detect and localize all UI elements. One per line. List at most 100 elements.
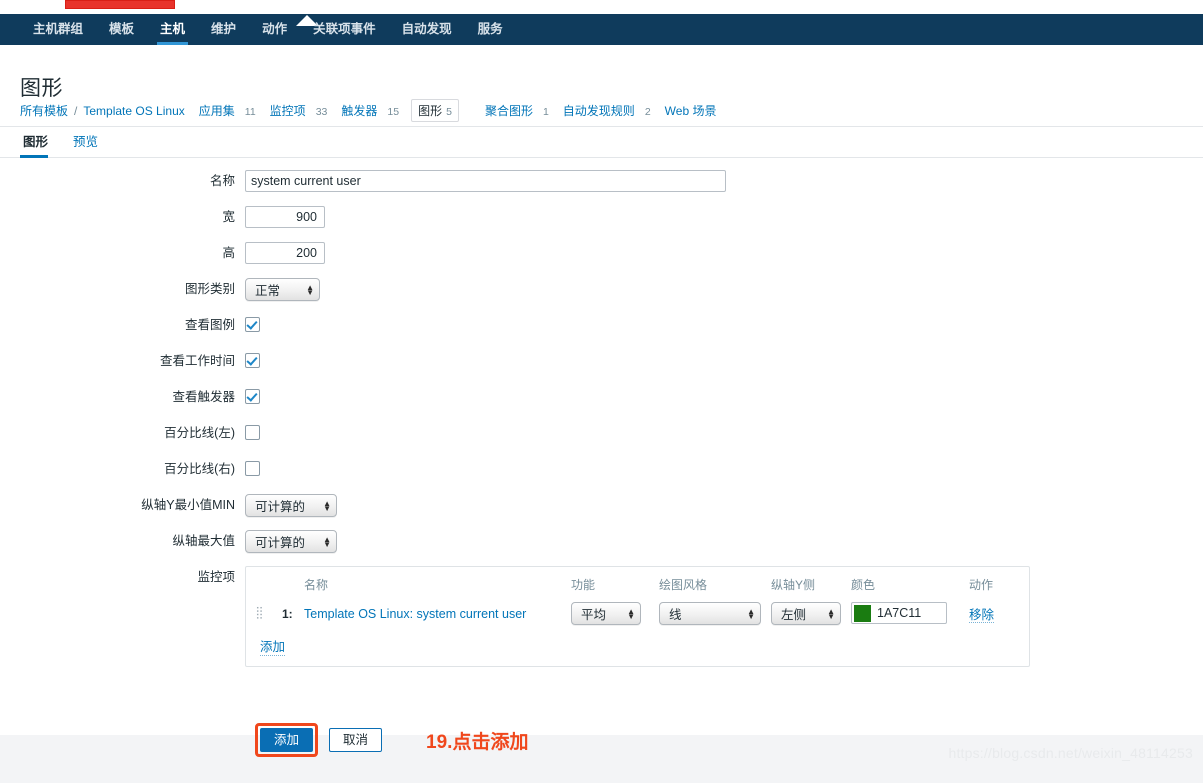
width-input[interactable]	[245, 206, 325, 228]
percentile-left-checkbox[interactable]	[245, 425, 260, 440]
breadcrumb-triggers-count: 15	[387, 106, 400, 118]
item-remove-link[interactable]: 移除	[969, 608, 995, 623]
nav-item-templates[interactable]: 模板	[96, 14, 147, 45]
height-input[interactable]	[245, 242, 325, 264]
graph-type-select[interactable]: 正常 ▲ ▼	[245, 278, 320, 301]
breadcrumb-items[interactable]: 监控项 33	[270, 102, 328, 119]
tab-graph[interactable]: 图形	[20, 131, 58, 158]
form-row-show-legend: 查看图例	[0, 314, 1203, 341]
nav-item-hosts[interactable]: 主机	[147, 14, 198, 45]
color-swatch-icon	[854, 604, 871, 622]
form-row-percentile-left: 百分比线(左)	[0, 422, 1203, 449]
item-name-link[interactable]: Template OS Linux: system current user	[304, 607, 526, 621]
nav-item-maintenance[interactable]: 维护	[198, 14, 249, 45]
ymin-select[interactable]: 可计算的 ▲ ▼	[245, 494, 337, 517]
chevron-updown-icon: ▲ ▼	[323, 534, 331, 549]
label-graph-type: 图形类别	[184, 282, 235, 296]
item-function-value: 平均	[581, 608, 607, 622]
ymax-select[interactable]: 可计算的 ▲ ▼	[245, 530, 337, 553]
item-y-axis-cell: 左侧 ▲ ▼	[771, 600, 851, 627]
form-row-name: 名称	[0, 170, 1203, 197]
items-header-draw-style: 绘图风格	[659, 578, 708, 592]
nav-item-services[interactable]: 服务	[465, 14, 516, 45]
percentile-right-checkbox[interactable]	[245, 461, 260, 476]
nav-item-correlation-events[interactable]: 关联项事件	[300, 14, 389, 45]
form-row-ymin: 纵轴Y最小值MIN 可计算的 ▲ ▼	[0, 494, 1203, 521]
form-row-ymax: 纵轴最大值 可计算的 ▲ ▼	[0, 530, 1203, 557]
nav-item-discovery[interactable]: 自动发现	[389, 14, 465, 45]
item-y-axis-value: 左侧	[781, 608, 807, 622]
form-row-width: 宽	[0, 206, 1203, 233]
breadcrumb-graphs-label: 图形	[418, 104, 443, 118]
nav-item-host-groups[interactable]: 主机群组	[20, 14, 96, 45]
breadcrumb-web-scenarios[interactable]: Web 场景	[665, 102, 727, 119]
breadcrumb-items-label: 监控项	[269, 104, 306, 118]
form-row-percentile-right: 百分比线(右)	[0, 458, 1203, 485]
show-triggers-checkbox[interactable]	[245, 389, 260, 404]
breadcrumb-screens-count: 1	[542, 106, 549, 118]
show-legend-checkbox[interactable]	[245, 317, 260, 332]
label-ymin: 纵轴Y最小值MIN	[141, 498, 235, 512]
main-navigation-bar: 主机群组 模板 主机 维护 动作 关联项事件 自动发现 服务	[0, 14, 1203, 45]
submit-button[interactable]: 添加	[260, 728, 314, 752]
chevron-updown-icon: ▲ ▼	[627, 606, 635, 621]
item-drag-cell[interactable]	[246, 600, 282, 627]
ymin-select-value: 可计算的	[255, 500, 306, 514]
label-ymax: 纵轴最大值	[172, 534, 235, 548]
nav-item-actions[interactable]: 动作	[249, 14, 300, 45]
name-input[interactable]	[245, 170, 726, 192]
label-width: 宽	[222, 210, 235, 224]
items-header-name: 名称	[304, 578, 329, 592]
breadcrumb-discovery-rules[interactable]: 自动发现规则 2	[563, 102, 651, 119]
breadcrumb-applications-label: 应用集	[198, 104, 235, 118]
red-marker-bar	[65, 0, 175, 9]
item-function-select[interactable]: 平均 ▲ ▼	[571, 602, 641, 625]
cancel-button[interactable]: 取消	[329, 728, 383, 752]
chevron-updown-icon: ▲ ▼	[827, 606, 835, 621]
items-header-action: 动作	[969, 578, 994, 592]
items-header-color: 颜色	[851, 578, 876, 592]
tab-preview[interactable]: 预览	[70, 131, 108, 157]
item-draw-style-cell: 线 ▲ ▼	[659, 600, 771, 627]
breadcrumb-screens[interactable]: 聚合图形 1	[485, 102, 549, 119]
form-row-items: 监控项 名称 功能 绘图风格 纵轴Y侧 颜色 动作 1: Template OS…	[0, 566, 1203, 667]
top-strip	[0, 0, 1203, 14]
breadcrumb-template-name[interactable]: Template OS Linux	[83, 104, 184, 118]
item-action-cell: 移除	[969, 600, 1029, 627]
breadcrumb-triggers[interactable]: 触发器 15	[341, 102, 399, 119]
drag-handle-icon[interactable]	[256, 605, 263, 619]
item-color-picker[interactable]: 1A7C11	[851, 602, 947, 625]
label-show-legend: 查看图例	[184, 318, 235, 332]
items-header-y-axis: 纵轴Y侧	[771, 578, 816, 592]
items-table-header-row: 名称 功能 绘图风格 纵轴Y侧 颜色 动作	[246, 573, 1029, 600]
item-y-axis-select[interactable]: 左侧 ▲ ▼	[771, 602, 841, 625]
item-draw-style-select[interactable]: 线 ▲ ▼	[659, 602, 761, 625]
graph-form: 名称 宽 高 图形类别 正常 ▲▼	[0, 170, 1203, 676]
watermark: https://blog.csdn.net/weixin_48114253	[948, 745, 1193, 761]
breadcrumb-web-scenarios-label: Web 场景	[664, 104, 717, 118]
show-working-time-checkbox[interactable]	[245, 353, 260, 368]
breadcrumb-separator: /	[74, 103, 78, 118]
chevron-updown-icon: ▲ ▼	[306, 282, 314, 297]
form-row-show-triggers: 查看触发器	[0, 386, 1203, 413]
breadcrumb-screens-label: 聚合图形	[484, 104, 533, 118]
item-index-label: 1:	[282, 606, 293, 621]
page-container: 图形 所有模板 / Template OS Linux 应用集 11 监控项 3…	[0, 45, 1203, 757]
add-item-link[interactable]: 添加	[260, 636, 286, 656]
item-function-cell: 平均 ▲ ▼	[571, 600, 659, 627]
items-header-index	[282, 573, 304, 600]
label-percentile-right: 百分比线(右)	[164, 462, 235, 476]
items-table: 名称 功能 绘图风格 纵轴Y侧 颜色 动作 1: Template OS Lin…	[246, 573, 1029, 627]
breadcrumb-applications[interactable]: 应用集 11	[199, 102, 256, 119]
submit-button-highlight: 添加	[255, 723, 319, 757]
graph-type-select-value: 正常	[255, 284, 281, 298]
breadcrumb-discovery-rules-count: 2	[644, 106, 651, 118]
label-show-triggers: 查看触发器	[172, 390, 235, 404]
item-index-cell: 1:	[282, 600, 304, 627]
form-row-show-working-time: 查看工作时间	[0, 350, 1203, 377]
breadcrumb-graphs-count: 5	[446, 106, 452, 118]
breadcrumb: 所有模板 / Template OS Linux 应用集 11 监控项 33 触…	[0, 95, 1203, 127]
breadcrumb-all-templates[interactable]: 所有模板	[20, 102, 68, 119]
item-draw-style-value: 线	[669, 608, 682, 622]
breadcrumb-graphs[interactable]: 图形 5	[411, 99, 459, 122]
